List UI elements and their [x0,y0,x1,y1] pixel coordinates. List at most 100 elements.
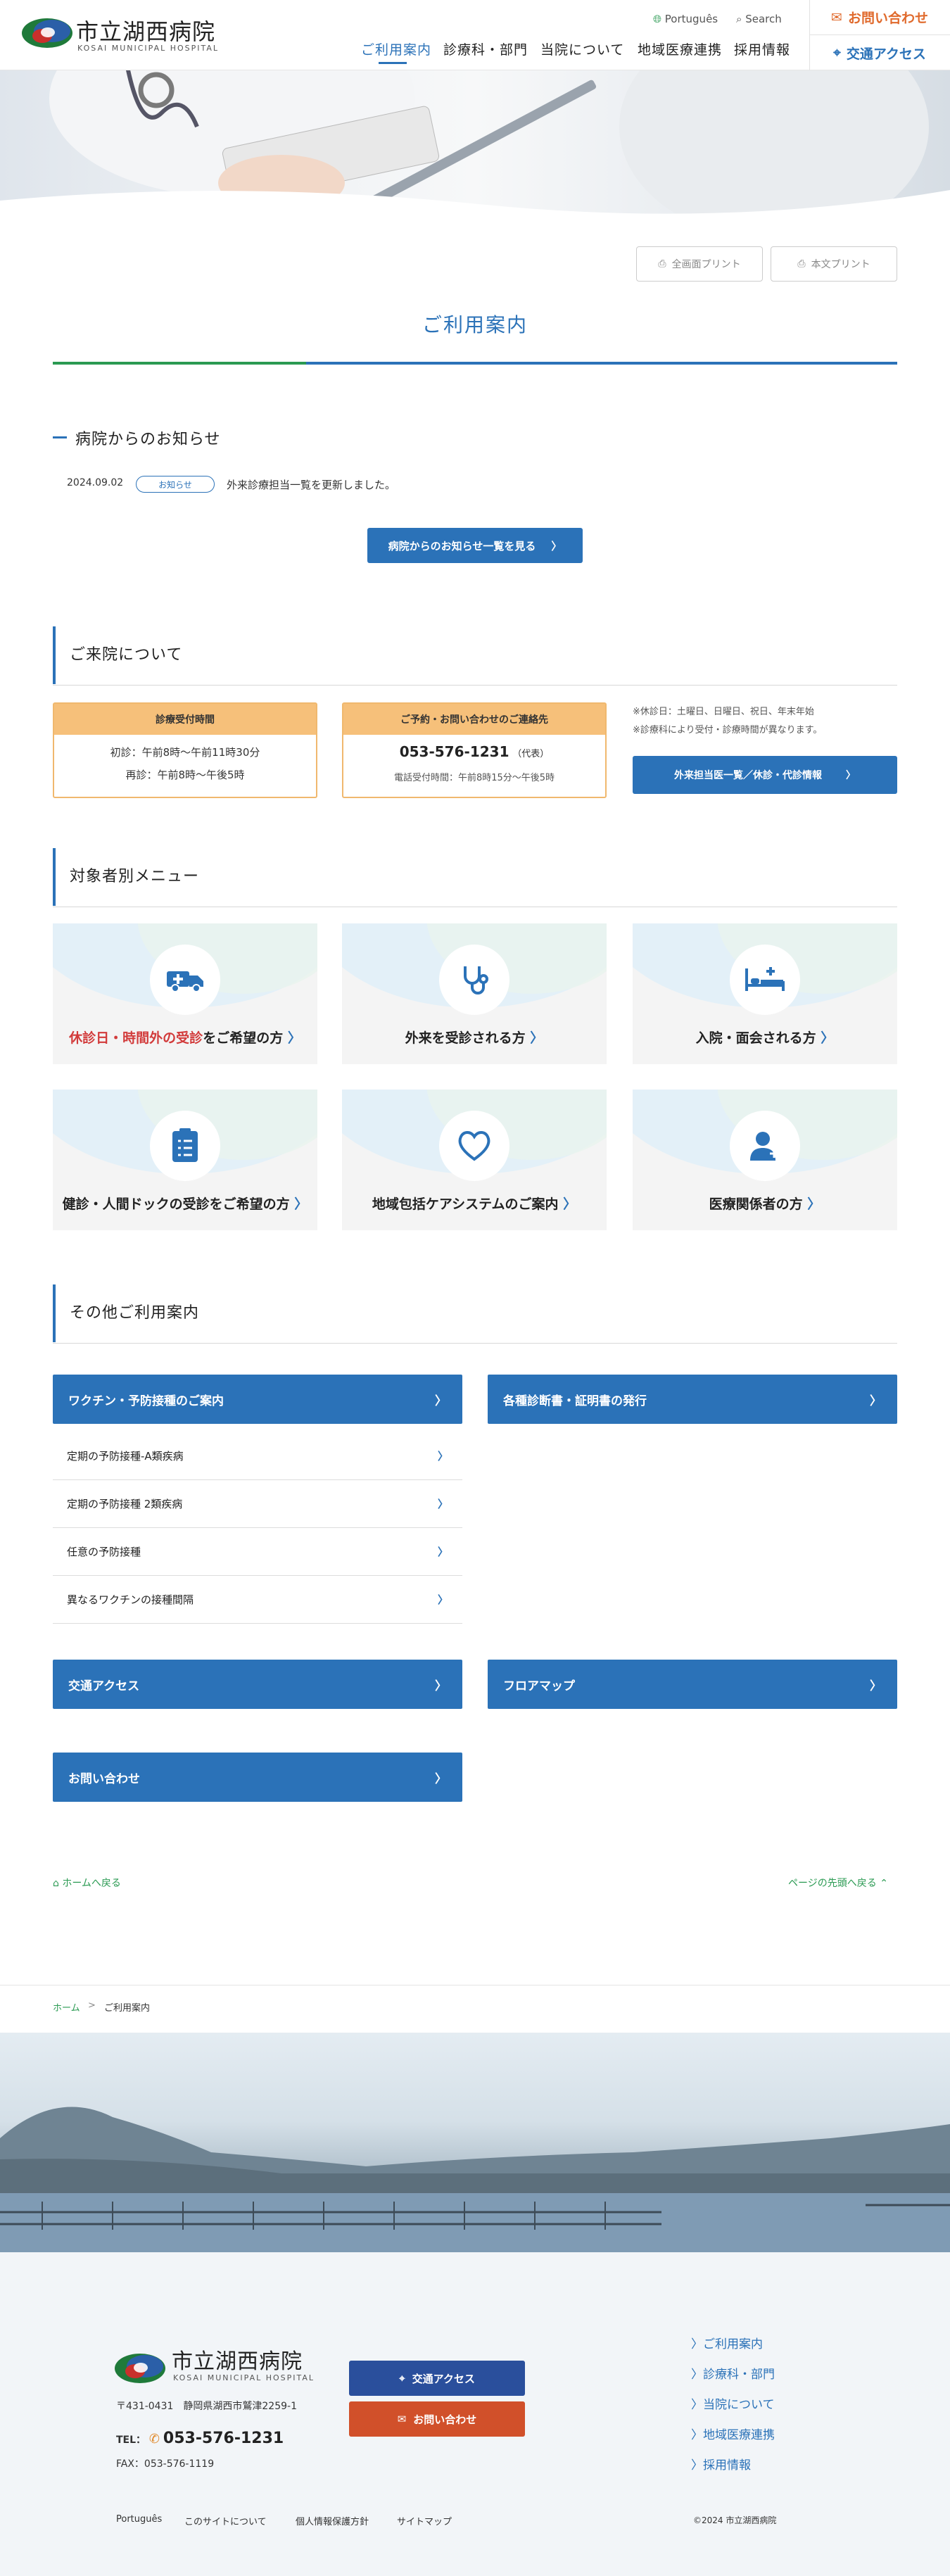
vaccine-sub-item[interactable]: 任意の予防接種 〉 [53,1528,462,1576]
clipboard-icon [150,1111,220,1181]
footer-link-departments[interactable]: 〉診療科・部門 [691,2364,775,2382]
vaccine-button[interactable]: ワクチン・予防接種のご案内 〉 [53,1375,462,1424]
footer-about-site-link[interactable]: このサイトについて [184,2514,267,2527]
footer-contact-button[interactable]: ✉ お問い合わせ [349,2401,525,2437]
stethoscope-icon [439,945,509,1015]
nav-regional[interactable]: 地域医療連携 [638,39,722,58]
page-title: ご利用案内 [422,313,528,336]
nav-guide[interactable]: ご利用案内 [361,39,431,58]
globe-icon: 🌐︎ [653,13,662,25]
heart-icon [439,1111,509,1181]
printer-icon: ⎙ [797,258,806,270]
hospital-logo-icon[interactable] [21,17,73,49]
print-all-button[interactable]: ⎙ 全画面プリント [636,246,763,282]
closed-days-note: ※休診日：土曜日、日曜日、祝日、年末年始 [633,707,814,717]
footer-tel[interactable]: 053-576-1231 [163,2430,284,2447]
breadcrumb-home[interactable]: ホーム [53,2000,80,2014]
chevron-right-icon: 〉 [846,770,856,781]
menu-card-inpatient[interactable]: 入院・面会される方 〉 [633,923,897,1064]
menu-card-label: 医療関係者の方 〉 [633,1194,897,1213]
footer-logo-title[interactable]: 市立湖西病院 [172,2344,303,2375]
header-contact-button[interactable]: ✉ お問い合わせ [809,0,950,35]
footer-link-guide[interactable]: 〉ご利用案内 [691,2334,763,2351]
contact-card-title: ご予約・お問い合わせのご連絡先 [343,704,605,735]
printer-icon: ⎙ [658,258,666,270]
chevron-right-icon: 〉 [435,1394,447,1408]
menu-card-medical-professionals[interactable]: 医療関係者の方 〉 [633,1090,897,1230]
phone-icon: ✆ [148,2432,160,2446]
footer-privacy-link[interactable]: 個人情報保護方針 [296,2514,369,2527]
menu-card-label-text: 入院・面会される方 [695,1030,816,1046]
ambulance-icon [150,945,220,1015]
footer-logo-icon[interactable] [114,2352,166,2385]
notice-link[interactable]: 外来診療担当一覧を更新しました。 [227,477,395,492]
hospital-bed-icon [730,945,800,1015]
mail-icon: ✉ [831,9,842,25]
footer-link-regional[interactable]: 〉地域医療連携 [691,2425,775,2442]
footer-access-button[interactable]: ⌖ 交通アクセス [349,2361,525,2396]
floor-map-button[interactable]: フロアマップ 〉 [488,1660,897,1709]
footer-sitemap-link[interactable]: サイトマップ [397,2514,452,2527]
access-label: 交通アクセス [68,1679,140,1693]
chevron-right-icon: 〉 [525,1030,544,1046]
footer-link-label: 採用情報 [703,2458,751,2473]
hours-vary-note: ※診療科により受付・診療時間が異なります。 [633,725,823,735]
chevron-right-icon: 〉 [691,2368,703,2382]
notice-list-button[interactable]: 病院からのお知らせ一覧を見る 〉 [367,528,583,563]
hero-image [0,70,950,218]
menu-card-after-hours[interactable]: 休診日・時間外の受診をご希望の方 〉 [53,923,317,1064]
contact-phone[interactable]: 053-576-1231 [400,743,509,760]
footer-language-link[interactable]: Português [116,2514,162,2525]
search-link[interactable]: ⌕ Search [736,13,782,25]
nav-departments[interactable]: 診療科・部門 [443,39,528,58]
contact-label: お問い合わせ [68,1772,140,1786]
footer-link-label: ご利用案内 [703,2337,763,2351]
menu-card-checkup[interactable]: 健診・人間ドックの受診をご希望の方 〉 [53,1090,317,1230]
logo-title[interactable]: 市立湖西病院 [76,14,215,46]
menu-card-community-care[interactable]: 地域包括ケアシステムのご案内 〉 [342,1090,607,1230]
chevron-right-icon: 〉 [802,1197,821,1212]
vaccine-sub-item[interactable]: 定期の予防接種-A類疾病 〉 [53,1432,462,1480]
contact-button[interactable]: お問い合わせ 〉 [53,1753,462,1802]
menu-heading: 対象者別メニュー [53,848,199,906]
menu-card-label-highlight: 休診日・時間外の受診 [69,1030,203,1046]
search-label: Search [745,13,782,25]
vaccine-sub-label: 定期の予防接種-A類疾病 [67,1450,184,1463]
chevron-right-icon: 〉 [435,1772,447,1786]
vaccine-sub-label: 異なるワクチンの接種間隔 [67,1593,194,1606]
footer-link-recruit[interactable]: 〉採用情報 [691,2455,751,2473]
map-pin-icon: ⌖ [399,2372,405,2385]
chevron-right-icon: 〉 [437,1450,448,1463]
page-top-link[interactable]: ページの先頭へ戻る ⌃ [788,1876,888,1890]
access-button[interactable]: 交通アクセス 〉 [53,1660,462,1709]
breadcrumb-current: ご利用案内 [104,2003,151,2014]
footer-access-label: 交通アクセス [412,2372,475,2385]
language-link[interactable]: 🌐︎ Português [653,13,718,25]
vaccine-sub-item[interactable]: 定期の予防接種 2類疾病 〉 [53,1480,462,1528]
doctor-person-icon [730,1111,800,1181]
chevron-right-icon: 〉 [551,539,562,553]
print-body-label: 本文プリント [811,259,870,270]
outpatient-schedule-button[interactable]: 外来担当医一覧／休診・代診情報 〉 [633,756,897,794]
nav-about[interactable]: 当院について [540,39,624,58]
footer-link-about[interactable]: 〉当院について [691,2394,775,2412]
page-top-label: ページの先頭へ戻る [788,1878,877,1889]
site-header: 市立湖西病院 KOSAI MUNICIPAL HOSPITAL 🌐︎ Portu… [0,0,950,70]
footer-contact-label: お問い合わせ [413,2413,477,2426]
visit-heading: ご来院について [53,626,182,684]
nav-recruit[interactable]: 採用情報 [734,39,790,58]
chevron-right-icon: 〉 [691,2428,703,2442]
notice-category-badge: お知らせ [136,476,215,493]
chevron-right-icon: 〉 [437,1546,448,1558]
print-body-button[interactable]: ⎙ 本文プリント [771,246,897,282]
menu-card-label: 入院・面会される方 〉 [633,1028,897,1047]
header-access-button[interactable]: ⌖ 交通アクセス [809,35,950,70]
vaccine-sub-item[interactable]: 異なるワクチンの接種間隔 〉 [53,1576,462,1624]
certificate-button[interactable]: 各種診断書・証明書の発行 〉 [488,1375,897,1424]
menu-card-outpatient[interactable]: 外来を受診される方 〉 [342,923,607,1064]
home-back-link[interactable]: ⌂ ホームへ戻る [53,1876,121,1890]
section-heading-marker [53,436,67,438]
menu-card-label: 外来を受診される方 〉 [342,1028,607,1047]
footer-link-label: 当院について [703,2398,775,2412]
notice-list-label: 病院からのお知らせ一覧を見る [388,539,536,553]
